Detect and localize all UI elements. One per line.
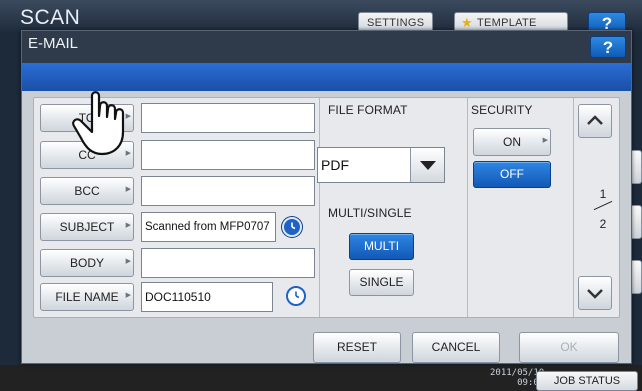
file-name-label: FILE NAME	[55, 290, 119, 304]
dialog-help-button[interactable]: ?	[590, 36, 626, 58]
security-on-label: ON	[503, 135, 521, 149]
dialog-info-band	[22, 63, 631, 91]
clock-icon	[295, 291, 300, 299]
total-pages: 2	[599, 217, 607, 231]
file-format-heading: FILE FORMAT	[328, 103, 408, 117]
template-label: TEMPLATE	[477, 17, 537, 29]
dialog-header	[22, 31, 631, 63]
single-button[interactable]: SINGLE	[349, 269, 414, 296]
file-name-field[interactable]: DOC110510	[141, 282, 273, 312]
body-button[interactable]: BODY ▶	[40, 249, 134, 277]
cancel-button[interactable]: CANCEL	[412, 332, 500, 363]
bcc-button[interactable]: BCC ▶	[40, 177, 134, 205]
scan-screen-title: SCAN	[20, 6, 81, 29]
arrow-icon: ▶	[125, 258, 131, 265]
current-page: 1	[599, 187, 607, 201]
arrow-icon: ▶	[125, 292, 131, 299]
file-format-select[interactable]: PDF	[317, 147, 445, 183]
subject-label: SUBJECT	[59, 220, 115, 234]
body-label: BODY	[69, 256, 104, 270]
file-name-button[interactable]: FILE NAME ▶	[40, 283, 134, 311]
star-icon: ★	[461, 15, 473, 30]
reset-button[interactable]: RESET	[313, 332, 401, 363]
multi-button[interactable]: MULTI	[349, 233, 414, 260]
hand-pointer-icon	[72, 91, 125, 156]
multi-single-heading: MULTI/SINGLE	[328, 206, 412, 220]
ok-button[interactable]: OK	[519, 332, 619, 363]
chevron-up-icon	[587, 115, 603, 125]
dialog-title: E-MAIL	[28, 35, 79, 52]
clock-icon-button[interactable]	[282, 217, 302, 237]
arrow-icon: ▶	[125, 222, 131, 229]
page-up-button[interactable]	[578, 104, 612, 138]
chevron-down-icon	[587, 289, 603, 299]
clock-outline-button[interactable]	[286, 286, 306, 306]
arrow-icon: ▶	[542, 137, 548, 144]
job-status-button[interactable]: JOB STATUS	[536, 371, 638, 391]
arrow-icon: ▶	[125, 186, 131, 193]
security-heading: SECURITY	[471, 103, 533, 117]
bcc-field[interactable]	[141, 176, 315, 206]
email-dialog: E-MAIL ? TO ▶ CC ▶ BCC ▶ SUBJECT ▶ Scanned f…	[21, 30, 632, 364]
security-on-button[interactable]: ON ▶	[473, 128, 551, 156]
dropdown-arrow-icon[interactable]	[410, 148, 444, 182]
cc-field[interactable]	[141, 140, 315, 170]
subject-button[interactable]: SUBJECT ▶	[40, 213, 134, 241]
clock-icon	[291, 222, 296, 230]
security-off-button[interactable]: OFF	[473, 161, 551, 188]
page-down-button[interactable]	[578, 276, 612, 310]
column-divider	[573, 98, 574, 317]
body-field[interactable]	[141, 248, 315, 278]
column-divider	[319, 98, 320, 317]
subject-field[interactable]: Scanned from MFP0707	[141, 212, 276, 242]
to-field[interactable]	[141, 103, 315, 133]
file-format-value: PDF	[321, 157, 349, 173]
bcc-label: BCC	[74, 184, 100, 198]
column-divider	[467, 98, 468, 317]
